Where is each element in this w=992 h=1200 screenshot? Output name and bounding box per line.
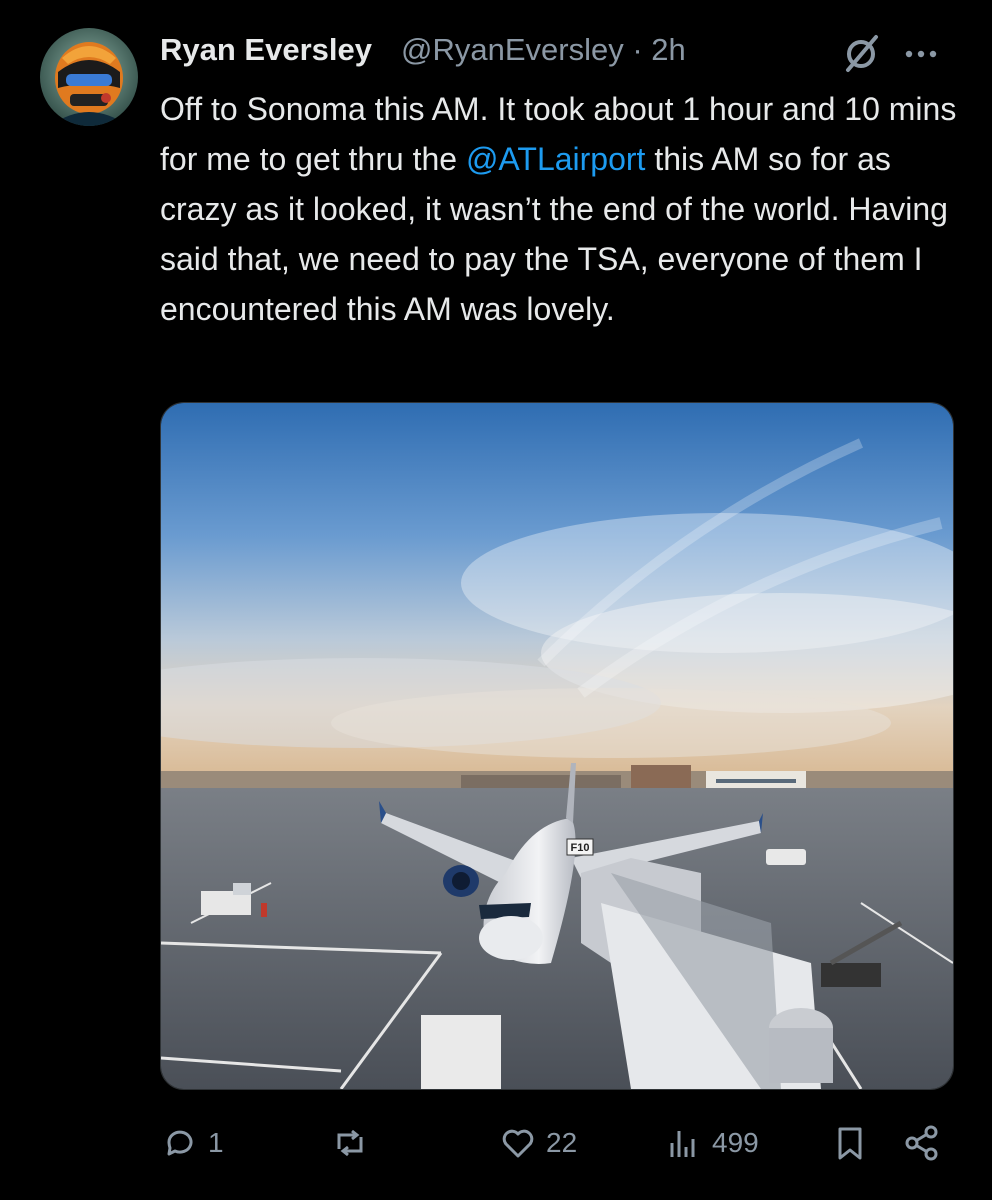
views-button[interactable]: 499 — [664, 1118, 759, 1168]
tweet-photo[interactable]: F10 — [160, 402, 954, 1090]
share-button[interactable] — [902, 1118, 942, 1168]
views-count: 499 — [712, 1127, 759, 1158]
reply-icon — [167, 1130, 193, 1156]
repost-button[interactable] — [330, 1118, 378, 1168]
action-bar: 1 22 499 — [160, 1118, 952, 1168]
bookmark-icon — [838, 1127, 862, 1160]
tweet-time[interactable]: 2h — [651, 32, 685, 67]
like-button[interactable]: 22 — [498, 1118, 577, 1168]
like-count: 22 — [546, 1127, 578, 1158]
mention-link[interactable]: @ATLairport — [466, 141, 646, 177]
author-handle[interactable]: @RyanEversley — [401, 32, 624, 67]
share-icon — [905, 1125, 938, 1161]
author-handle-line: @RyanEversley · 2h — [401, 32, 686, 68]
more-icon[interactable] — [900, 32, 942, 74]
views-icon — [670, 1131, 695, 1157]
gate-sign: F10 — [571, 842, 590, 854]
tweet-header: Ryan Eversley @RyanEversley · 2h — [160, 28, 952, 74]
avatar[interactable] — [40, 28, 138, 126]
time-separator: · — [632, 32, 643, 67]
reply-button[interactable]: 1 — [160, 1118, 224, 1168]
airport-photo: F10 — [161, 403, 953, 1089]
repost-icon — [337, 1129, 363, 1157]
bookmark-button[interactable] — [830, 1118, 870, 1168]
heart-icon — [502, 1129, 534, 1158]
avatar-image — [40, 28, 138, 126]
tweet-text: Off to Sonoma this AM. It took about 1 h… — [160, 84, 960, 334]
grok-icon[interactable] — [840, 32, 882, 74]
reply-count: 1 — [208, 1127, 224, 1158]
author-name[interactable]: Ryan Eversley — [160, 32, 372, 68]
